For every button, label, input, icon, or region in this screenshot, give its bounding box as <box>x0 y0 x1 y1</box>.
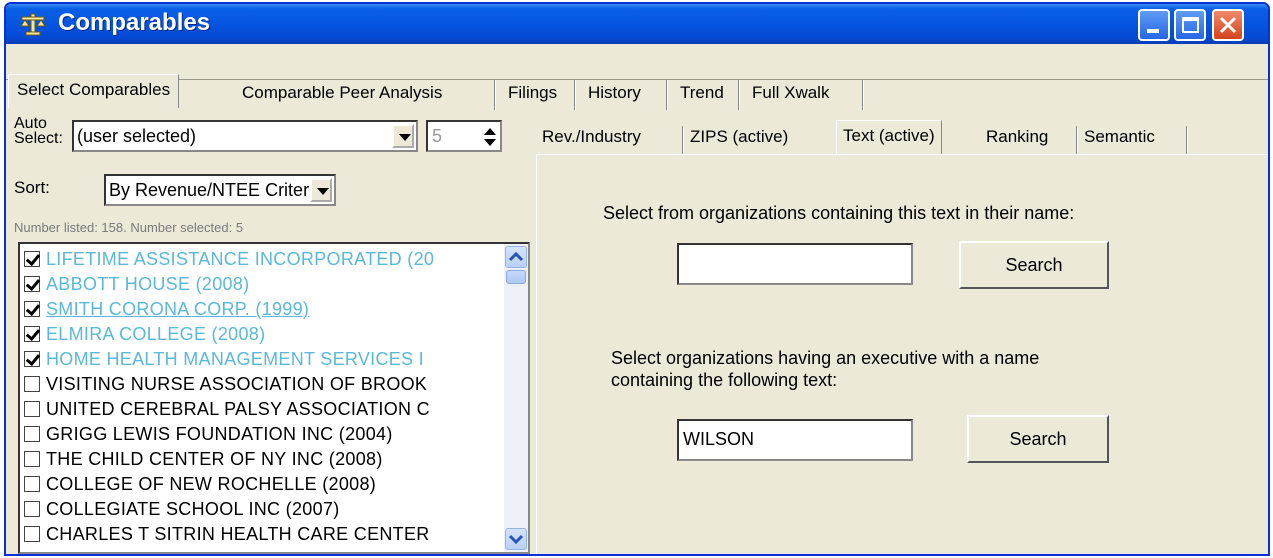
tab-divider <box>862 80 864 110</box>
item-label: CHARLES T SITRIN HEALTH CARE CENTER <box>46 524 430 544</box>
scales-icon <box>20 13 46 36</box>
tab-divider <box>738 80 740 110</box>
tab-text[interactable]: Text (active) <box>836 120 942 154</box>
tab-rev-industry[interactable]: Rev./Industry <box>542 124 641 150</box>
item-checkbox[interactable] <box>24 300 40 317</box>
comparables-list[interactable]: CHARLES T SITRIN HEALTH CARE CENTER COLLE… <box>18 242 530 554</box>
scroll-down-button[interactable] <box>505 528 527 550</box>
item-checkbox[interactable] <box>24 350 40 367</box>
maximize-icon <box>1182 17 1199 33</box>
tab-select-comparables[interactable]: Select Comparables <box>8 74 180 108</box>
minimize-button[interactable] <box>1138 9 1170 41</box>
sort-label: Sort: <box>14 178 50 197</box>
close-icon <box>1219 16 1237 34</box>
item-checkbox[interactable] <box>24 400 40 417</box>
spinner-value: 5 <box>432 126 443 146</box>
item-label: SMITH CORONA CORP. (1999) <box>46 299 310 319</box>
item-checkbox[interactable] <box>24 450 40 467</box>
auto-select-dropdown[interactable]: (user selected) <box>72 120 418 152</box>
item-label: VISITING NURSE ASSOCIATION OF BROOK <box>46 374 428 394</box>
count-spinner[interactable]: 5 <box>426 120 502 152</box>
exec-name-search-input[interactable]: WILSON <box>677 419 913 461</box>
tab-divider <box>574 80 576 110</box>
tab-divider <box>1186 126 1188 154</box>
comparables-window: Comparables Select Comparables Comparabl… <box>4 2 1270 556</box>
tab-ranking[interactable]: Ranking <box>986 124 1048 150</box>
exec-text-label: Select organizations having an executive… <box>611 348 1040 390</box>
tab-divider <box>494 80 496 110</box>
item-checkbox[interactable] <box>24 425 40 442</box>
list-item[interactable]: VISITING NURSE ASSOCIATION OF BROOK <box>24 373 427 395</box>
list-item[interactable]: ELMIRA COLLEGE (2008) <box>24 323 265 345</box>
org-name-search-input[interactable] <box>677 243 913 285</box>
item-checkbox[interactable] <box>24 325 40 342</box>
list-item[interactable]: GRIGG LEWIS FOUNDATION INC (2004) <box>24 423 393 445</box>
tab-trend[interactable]: Trend <box>672 78 732 110</box>
close-button[interactable] <box>1212 9 1244 41</box>
item-label: ELMIRA COLLEGE (2008) <box>46 324 266 344</box>
item-checkbox[interactable] <box>24 250 40 267</box>
tab-full-xwalk[interactable]: Full Xwalk <box>744 78 837 110</box>
tab-zips[interactable]: ZIPS (active) <box>690 124 788 150</box>
org-search-button[interactable]: Search <box>959 241 1109 289</box>
selection-status: Number listed: 158. Number selected: 5 <box>14 220 244 235</box>
chevron-down-icon[interactable] <box>392 124 414 148</box>
spinner-arrows-icon[interactable] <box>483 126 497 148</box>
org-text-label: Select from organizations containing thi… <box>603 203 1075 223</box>
item-checkbox[interactable] <box>24 375 40 392</box>
chevron-up-icon <box>508 251 524 262</box>
list-item[interactable]: ABBOTT HOUSE (2008) <box>24 273 249 295</box>
scroll-thumb[interactable] <box>506 270 526 284</box>
right-pane: Rev./Industry ZIPS (active) Text (active… <box>536 116 1268 554</box>
left-pane: Auto Select: (user selected) 5 Sort: By … <box>14 115 534 554</box>
item-label: UNITED CEREBRAL PALSY ASSOCIATION C <box>46 399 430 419</box>
list-scrollbar[interactable] <box>504 244 528 552</box>
window-title: Comparables <box>58 9 211 36</box>
tab-divider <box>682 126 684 154</box>
list-item[interactable]: COLLEGIATE SCHOOL INC (2007) <box>24 498 339 520</box>
main-tab-bar <box>6 44 1268 80</box>
sort-value: By Revenue/NTEE Criteria <box>109 180 324 200</box>
title-bar[interactable]: Comparables <box>6 4 1268 44</box>
auto-select-label: Auto Select: <box>14 115 63 147</box>
tab-divider <box>666 80 668 110</box>
item-checkbox[interactable] <box>24 475 40 492</box>
text-search-panel: Select from organizations containing thi… <box>536 154 1268 554</box>
tab-history[interactable]: History <box>580 78 649 110</box>
list-item[interactable]: COLLEGE OF NEW ROCHELLE (2008) <box>24 473 376 495</box>
item-label: COLLEGIATE SCHOOL INC (2007) <box>46 499 340 519</box>
item-label: LIFETIME ASSISTANCE INCORPORATED (20 <box>46 249 435 269</box>
exec-search-button[interactable]: Search <box>967 415 1109 463</box>
list-item[interactable]: THE CHILD CENTER OF NY INC (2008) <box>24 448 383 470</box>
list-item[interactable]: HOME HEALTH MANAGEMENT SERVICES I <box>24 348 424 370</box>
item-label: HOME HEALTH MANAGEMENT SERVICES I <box>46 349 424 369</box>
list-item[interactable]: CHARLES T SITRIN HEALTH CARE CENTER <box>24 523 430 545</box>
item-label: ABBOTT HOUSE (2008) <box>46 274 250 294</box>
item-label: COLLEGE OF NEW ROCHELLE (2008) <box>46 474 377 494</box>
filter-tab-bar: Rev./Industry ZIPS (active) Text (active… <box>536 116 1268 154</box>
sort-dropdown[interactable]: By Revenue/NTEE Criteria <box>104 174 336 206</box>
item-label: GRIGG LEWIS FOUNDATION INC (2004) <box>46 424 393 444</box>
item-checkbox[interactable] <box>24 275 40 292</box>
item-checkbox[interactable] <box>24 525 40 542</box>
list-item[interactable]: SMITH CORONA CORP. (1999) <box>24 298 309 320</box>
minimize-icon <box>1147 29 1159 33</box>
scroll-up-button[interactable] <box>505 246 527 268</box>
list-item[interactable]: LIFETIME ASSISTANCE INCORPORATED (20 <box>24 248 434 270</box>
auto-select-value: (user selected) <box>77 126 197 146</box>
item-label: THE CHILD CENTER OF NY INC (2008) <box>46 449 383 469</box>
tab-filings[interactable]: Filings <box>500 78 565 110</box>
list-item[interactable]: UNITED CEREBRAL PALSY ASSOCIATION C <box>24 398 430 420</box>
item-checkbox[interactable] <box>24 500 40 517</box>
tab-comparable-peer-analysis[interactable]: Comparable Peer Analysis <box>234 78 450 110</box>
maximize-button[interactable] <box>1174 9 1206 41</box>
tab-semantic[interactable]: Semantic <box>1084 124 1155 150</box>
tab-divider <box>1076 126 1078 154</box>
chevron-down-icon <box>508 534 524 545</box>
chevron-down-icon[interactable] <box>310 178 332 202</box>
